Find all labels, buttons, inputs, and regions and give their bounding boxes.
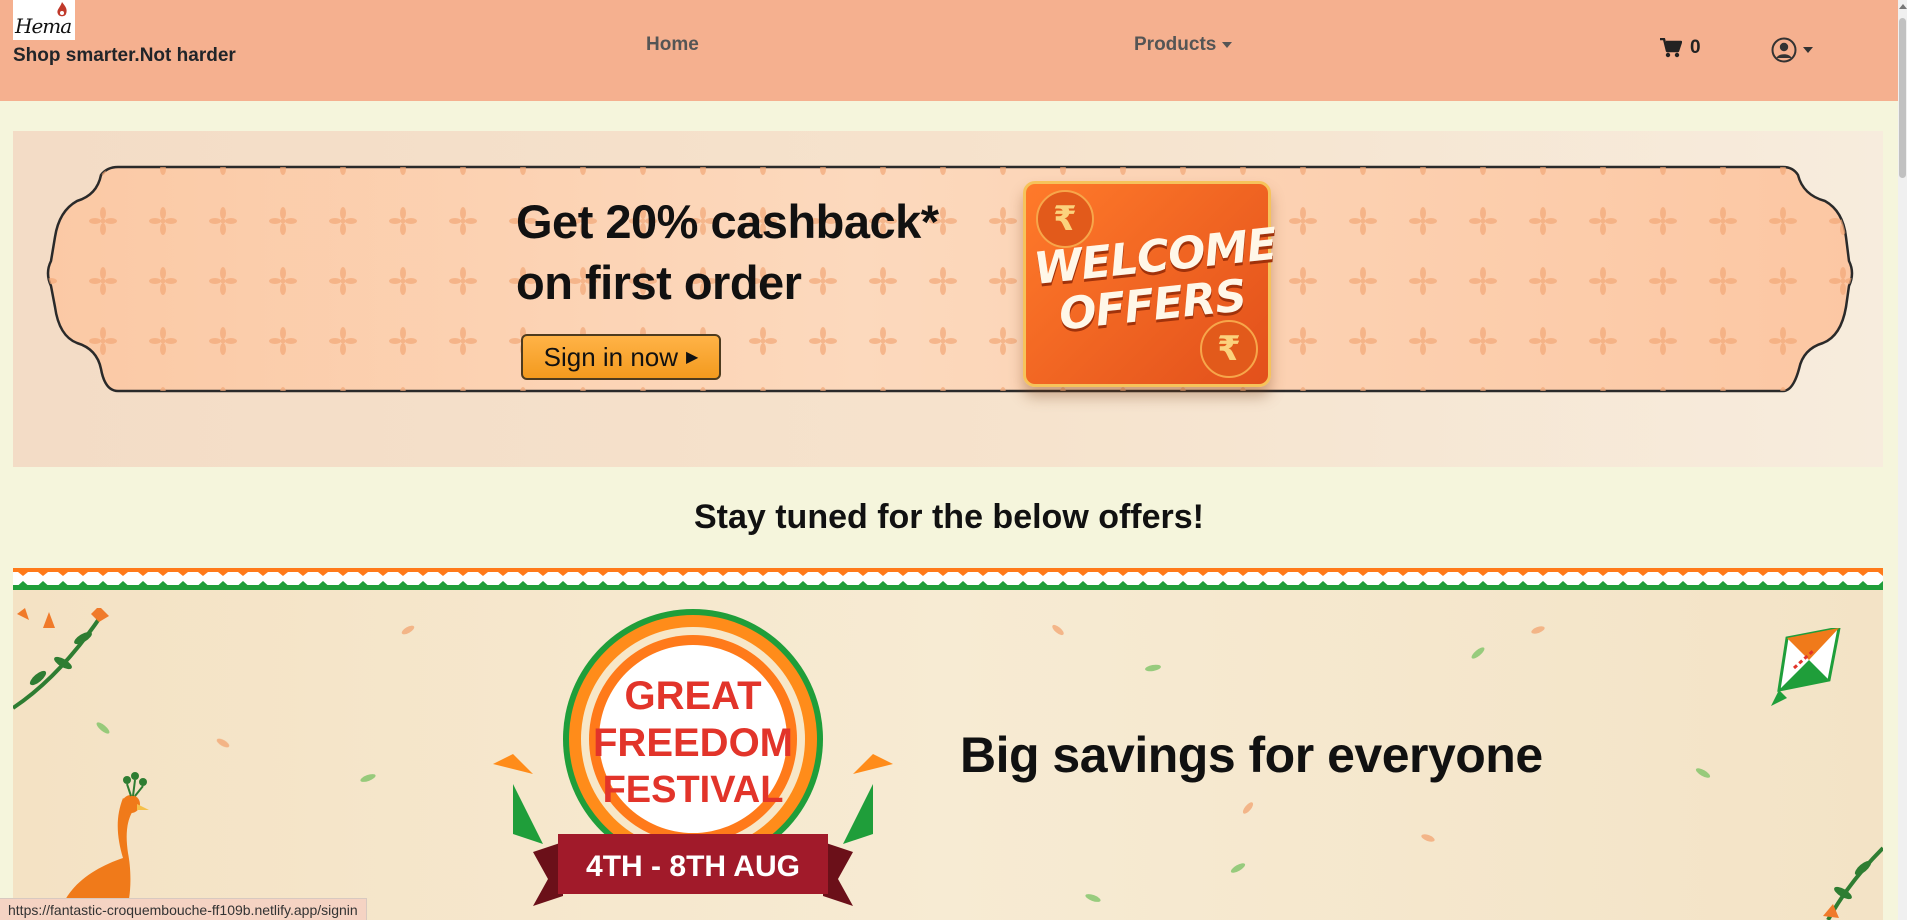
user-account-dropdown[interactable]: [1771, 37, 1813, 63]
nav-home-link[interactable]: Home: [646, 34, 699, 56]
user-circle-icon: [1771, 37, 1797, 63]
banner-frame-decoration: [46, 165, 1854, 393]
chevron-down-icon: [1803, 47, 1813, 53]
cashback-subline: on first order: [516, 256, 802, 309]
section-heading: Stay tuned for the below offers!: [693, 498, 1205, 536]
brand-tagline: Shop smarter.Not harder: [13, 45, 236, 66]
play-arrow-icon: ▶: [686, 349, 699, 366]
festival-banner[interactable]: GREAT FREEDOM FESTIVAL 4TH - 8TH AUG Big…: [13, 568, 1883, 920]
cashback-headline: Get 20% cashback*: [516, 195, 939, 248]
logo-text: Hema: [15, 14, 72, 38]
badge-dates: 4TH - 8TH AUG: [586, 850, 800, 883]
badge-line-festival: FESTIVAL: [603, 769, 784, 811]
rupee-coin-icon: ₹: [1200, 320, 1258, 378]
scattered-leaves-decoration: [96, 624, 1711, 902]
sign-in-label: Sign in now: [543, 341, 679, 372]
status-bar-url: https://fantastic-croquembouche-ff109b.n…: [0, 898, 367, 920]
shopping-cart-icon: [1660, 38, 1682, 58]
navbar: Hema Shop smarter.Not harder Home Produc…: [0, 0, 1898, 101]
scroll-up-arrow-icon[interactable]: [1899, 4, 1907, 9]
brand-logo[interactable]: Hema: [13, 0, 75, 40]
big-savings-headline: Big savings for everyone: [960, 727, 1543, 783]
welcome-offers-card: ₹ ₹ WELCOME OFFERS: [1023, 181, 1279, 387]
sign-in-now-button[interactable]: Sign in now ▶: [521, 334, 721, 380]
welcome-offer-banner[interactable]: Get 20% cashback* on first order Sign in…: [13, 131, 1883, 467]
great-freedom-festival-logo: GREAT FREEDOM FESTIVAL 4TH - 8TH AUG: [493, 609, 893, 906]
nav-products-dropdown[interactable]: Products: [1134, 34, 1233, 56]
vertical-scrollbar[interactable]: [1898, 0, 1907, 920]
badge-line-great: GREAT: [624, 674, 761, 718]
nav-products-label: Products: [1134, 34, 1217, 55]
cart-button[interactable]: 0: [1660, 37, 1701, 59]
badge-line-freedom: FREEDOM: [593, 721, 793, 765]
scrollbar-thumb[interactable]: [1899, 18, 1906, 178]
cart-count: 0: [1690, 37, 1701, 58]
chevron-down-icon: [1222, 42, 1233, 48]
